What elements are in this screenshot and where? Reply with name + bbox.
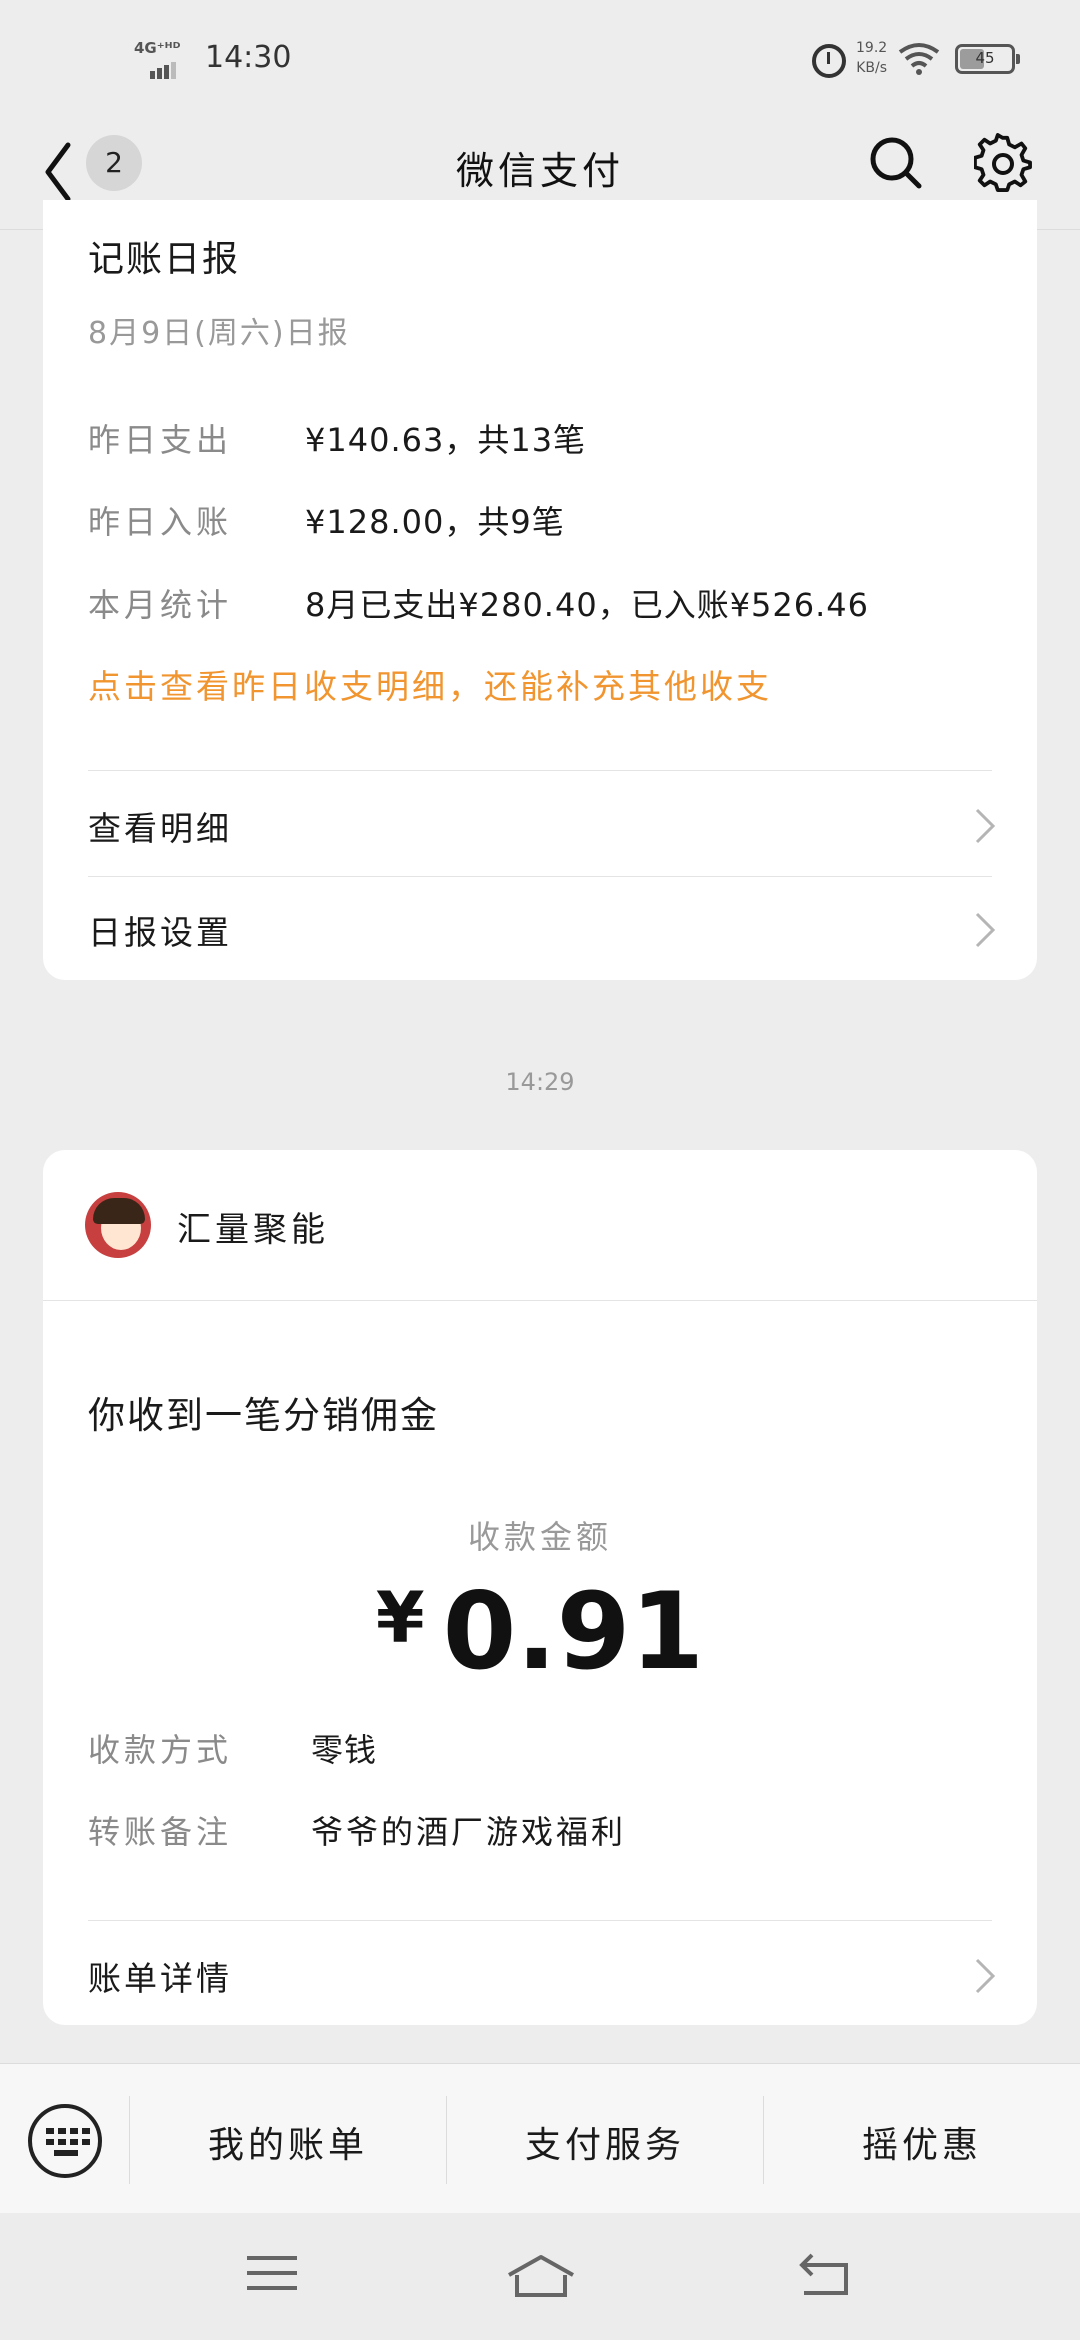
payment-card[interactable]: 汇量聚能 你收到一笔分销佣金 收款金额 ¥0.91 收款方式 零钱 转账备注 爷… <box>43 1150 1037 2025</box>
speed-value: 19.2 <box>856 40 888 56</box>
payment-message: 你收到一笔分销佣金 <box>88 1394 439 1437</box>
keyboard-icon[interactable] <box>28 2104 102 2178</box>
row-value-method: 零钱 <box>311 1731 378 1769</box>
speed-unit: KB/s <box>856 60 887 76</box>
chevron-right-icon <box>975 912 996 948</box>
amount-value: 0.91 <box>442 1570 705 1693</box>
amount: ¥0.91 <box>43 1570 1037 1693</box>
report-tip[interactable]: 点击查看昨日收支明细，还能补充其他收支 <box>88 660 772 708</box>
report-settings-label: 日报设置 <box>88 913 232 952</box>
wifi-icon <box>898 43 940 75</box>
currency-symbol: ¥ <box>375 1577 425 1659</box>
report-title: 记账日报 <box>88 239 241 280</box>
home-icon[interactable] <box>505 2253 577 2299</box>
back-nav-icon[interactable] <box>796 2253 852 2297</box>
merchant-name: 汇量聚能 <box>177 1210 329 1250</box>
system-nav-bar <box>0 2213 1080 2340</box>
amount-label: 收款金额 <box>467 1518 612 1556</box>
chevron-right-icon <box>975 808 996 844</box>
bottom-menu: 我的账单 支付服务 摇优惠 <box>0 2063 1080 2213</box>
row-value-yesterday-income: ¥128.00，共9笔 <box>305 503 565 541</box>
network-speed: 19.2 KB/s <box>856 38 887 78</box>
gear-icon[interactable] <box>974 133 1034 193</box>
row-value-month-stats: 8月已支出¥280.40，已入账¥526.46 <box>305 586 870 624</box>
message-timestamp: 14:29 <box>505 1068 575 1096</box>
avatar <box>85 1192 151 1258</box>
divider <box>43 1300 1037 1301</box>
network-type: 4G⁺ᴴᴰ <box>134 39 181 57</box>
report-date: 8月9日(周六)日报 <box>88 316 350 351</box>
row-label-yesterday-income: 昨日入账 <box>88 503 233 541</box>
menu-payment-services[interactable]: 支付服务 <box>446 2116 764 2168</box>
status-bar: 4G⁺ᴴᴰ 14:30 19.2 KB/s 45 <box>0 0 1080 115</box>
alarm-icon <box>812 44 846 78</box>
row-label-note: 转账备注 <box>88 1813 233 1851</box>
row-label-method: 收款方式 <box>88 1731 233 1769</box>
row-label-yesterday-expense: 昨日支出 <box>88 421 233 459</box>
row-value-yesterday-expense: ¥140.63，共13笔 <box>305 421 587 459</box>
divider <box>88 770 992 771</box>
chevron-right-icon <box>975 1958 996 1994</box>
menu-my-bills[interactable]: 我的账单 <box>129 2116 447 2168</box>
divider <box>88 1920 992 1921</box>
bill-details-link[interactable]: 账单详情 <box>43 1922 1037 2026</box>
view-details-link[interactable]: 查看明细 <box>43 772 1037 876</box>
row-value-note: 爷爷的酒厂游戏福利 <box>311 1813 627 1851</box>
report-settings-link[interactable]: 日报设置 <box>43 876 1037 980</box>
status-time: 14:30 <box>205 40 292 75</box>
bill-details-label: 账单详情 <box>88 1959 232 1998</box>
search-icon[interactable] <box>868 135 924 191</box>
view-details-label: 查看明细 <box>88 809 232 848</box>
battery-level: 45 <box>975 49 995 67</box>
daily-report-card[interactable]: 记账日报 8月9日(周六)日报 昨日支出 ¥140.63，共13笔 昨日入账 ¥… <box>43 200 1037 980</box>
signal-icon <box>150 60 178 79</box>
row-label-month-stats: 本月统计 <box>88 586 233 624</box>
battery-icon: 45 <box>955 44 1020 74</box>
menu-shake-deals[interactable]: 摇优惠 <box>763 2116 1080 2168</box>
menu-icon[interactable] <box>245 2253 299 2293</box>
